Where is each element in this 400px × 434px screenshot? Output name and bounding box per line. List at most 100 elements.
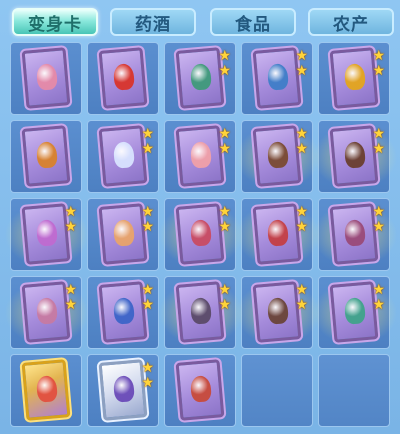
inventory-slot[interactable] <box>10 120 82 193</box>
card-character-art <box>266 63 290 91</box>
red-fire-dragon-card-icon <box>96 45 150 111</box>
inventory-slot[interactable]: ★ ★ <box>241 42 313 115</box>
star-rating: ★ ★ <box>372 205 385 235</box>
star-icon: ★ <box>141 360 154 376</box>
card-character-art <box>112 375 136 403</box>
star-rating: ★ ★ <box>141 361 154 391</box>
star-icon: ★ <box>64 204 77 220</box>
category-tabs: 变身卡 药酒 食品 农产 <box>0 0 400 42</box>
star-icon: ★ <box>218 141 231 157</box>
tab-transform-cards[interactable]: 变身卡 <box>12 8 98 36</box>
card-character-art <box>189 141 213 169</box>
inventory-slot[interactable]: ★ ★ <box>87 276 159 349</box>
star-icon: ★ <box>218 63 231 79</box>
card-character-art <box>189 297 213 325</box>
inventory-slot[interactable]: ★ ★ <box>159 276 243 349</box>
star-icon: ★ <box>372 204 385 220</box>
star-rating: ★ ★ <box>295 205 308 235</box>
inventory-slot[interactable]: ★ ★ <box>87 198 159 271</box>
inventory-slot[interactable]: ★ ★ <box>313 120 397 193</box>
inventory-grid: ★ ★ ★ ★ ★ ★ ★ ★ ★ ★ ★ ★ ★ ★ ★ ★ ★ ★ ★ ★ ★ ★ ★ ★ ★ ★ ★ ★ ★ ★ ★ ★ ★ ★ ★ ★ <box>5 42 397 434</box>
star-icon: ★ <box>372 63 385 79</box>
star-rating: ★ ★ <box>141 283 154 313</box>
star-icon: ★ <box>295 126 308 142</box>
star-icon: ★ <box>141 126 154 142</box>
card-character-art <box>35 141 59 169</box>
card-character-art <box>343 297 367 325</box>
star-rating: ★ ★ <box>218 283 231 313</box>
card-character-art <box>35 63 59 91</box>
inventory-slot[interactable]: ★ ★ <box>159 198 243 271</box>
star-icon: ★ <box>64 297 77 313</box>
star-rating: ★ ★ <box>218 205 231 235</box>
red-warrior-card-icon <box>173 357 227 423</box>
star-rating: ★ ★ <box>372 283 385 313</box>
inventory-slot[interactable]: ★ ★ <box>318 42 390 115</box>
star-icon: ★ <box>218 282 231 298</box>
inventory-slot[interactable]: ★ ★ <box>5 198 89 271</box>
inventory-slot[interactable]: ★ ★ <box>87 120 159 193</box>
star-icon: ★ <box>218 219 231 235</box>
star-rating: ★ ★ <box>372 49 385 79</box>
empty-inventory-slot <box>318 354 390 427</box>
inventory-slot[interactable]: ★ ★ <box>313 198 397 271</box>
inventory-slot[interactable]: ★ ★ <box>236 198 320 271</box>
star-icon: ★ <box>295 141 308 157</box>
card-character-art <box>343 63 367 91</box>
inventory-slot[interactable] <box>164 354 236 427</box>
card-character-art <box>266 297 290 325</box>
star-icon: ★ <box>372 48 385 64</box>
inventory-window: 变身卡 药酒 食品 农产 ★ ★ ★ ★ ★ ★ ★ ★ ★ ★ ★ ★ ★ ★ ★ ★ ★ ★ ★ ★ ★ ★ ★ ★ ★ ★ ★… <box>0 0 400 434</box>
inventory-slot[interactable]: ★ ★ <box>87 354 159 427</box>
card-character-art <box>343 219 367 247</box>
inventory-slot[interactable]: ★ ★ <box>164 42 236 115</box>
star-rating: ★ ★ <box>141 205 154 235</box>
inventory-slot[interactable]: ★ ★ <box>236 120 320 193</box>
card-character-art <box>35 375 59 403</box>
star-rating: ★ ★ <box>295 49 308 79</box>
card-character-art <box>112 219 136 247</box>
monkey-king-card-icon <box>19 123 73 189</box>
tab-food[interactable]: 食品 <box>210 8 296 36</box>
pink-dragon-card-icon <box>19 45 73 111</box>
star-icon: ★ <box>372 126 385 142</box>
star-icon: ★ <box>64 219 77 235</box>
card-character-art <box>266 219 290 247</box>
star-rating: ★ ★ <box>372 127 385 157</box>
inventory-slot[interactable] <box>10 354 82 427</box>
tab-medicine-wine[interactable]: 药酒 <box>110 8 196 36</box>
star-icon: ★ <box>372 297 385 313</box>
star-icon: ★ <box>372 282 385 298</box>
star-icon: ★ <box>141 204 154 220</box>
inventory-slot[interactable] <box>10 42 82 115</box>
inventory-slot[interactable]: ★ ★ <box>164 120 236 193</box>
star-icon: ★ <box>218 126 231 142</box>
star-rating: ★ ★ <box>64 283 77 313</box>
star-rating: ★ ★ <box>141 127 154 157</box>
golden-princess-card-icon <box>19 357 73 423</box>
star-icon: ★ <box>372 141 385 157</box>
card-character-art <box>343 141 367 169</box>
card-character-art <box>189 219 213 247</box>
inventory-slot[interactable]: ★ ★ <box>313 276 397 349</box>
star-icon: ★ <box>295 48 308 64</box>
star-icon: ★ <box>295 282 308 298</box>
star-icon: ★ <box>372 219 385 235</box>
tab-farm-produce[interactable]: 农产 <box>308 8 394 36</box>
star-icon: ★ <box>295 204 308 220</box>
star-icon: ★ <box>218 48 231 64</box>
star-icon: ★ <box>295 219 308 235</box>
card-character-art <box>112 63 136 91</box>
card-character-art <box>112 297 136 325</box>
card-character-art <box>112 141 136 169</box>
star-icon: ★ <box>295 297 308 313</box>
inventory-slot[interactable]: ★ ★ <box>236 276 320 349</box>
star-rating: ★ ★ <box>295 283 308 313</box>
card-character-art <box>189 375 213 403</box>
star-rating: ★ ★ <box>295 127 308 157</box>
inventory-slot[interactable]: ★ ★ <box>5 276 89 349</box>
inventory-slot[interactable] <box>87 42 159 115</box>
star-icon: ★ <box>64 282 77 298</box>
star-icon: ★ <box>141 297 154 313</box>
empty-inventory-slot <box>241 354 313 427</box>
